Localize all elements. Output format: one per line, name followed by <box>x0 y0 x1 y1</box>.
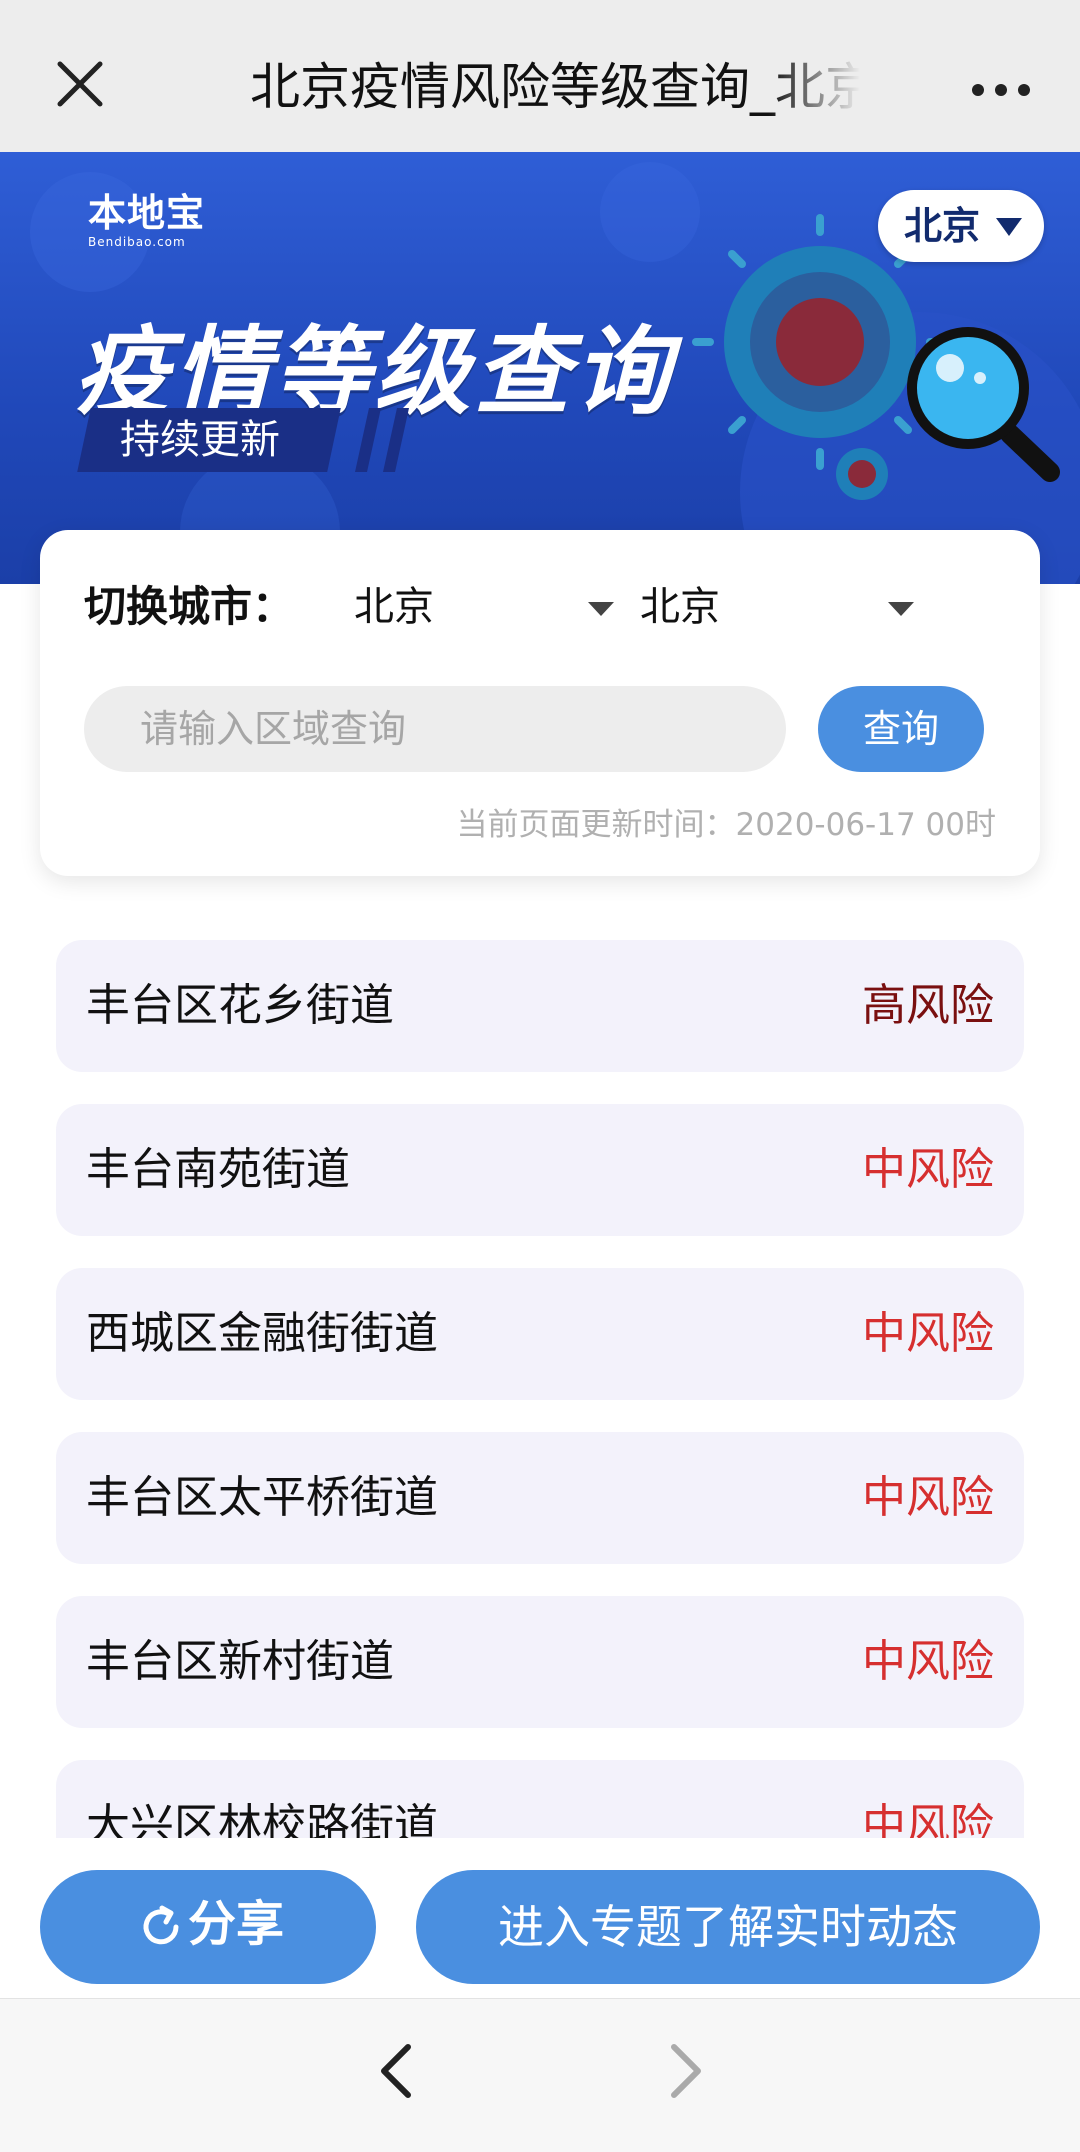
risk-level: 中风险 <box>862 1308 994 1359</box>
bendibao-logo: 本地宝 Bendibao.com <box>88 182 238 252</box>
close-icon[interactable] <box>52 56 108 112</box>
browser-nav-bar <box>0 1998 1080 2152</box>
page-title: 北京疫情风险等级查询_北京 <box>250 58 860 116</box>
risk-list: 丰台区花乡街道 高风险 丰台南苑街道 中风险 西城区金融街街道 中风险 丰台区太… <box>0 920 1080 1838</box>
area-search-input[interactable] <box>84 686 786 772</box>
chevron-left-icon[interactable] <box>372 2041 422 2101</box>
risk-level: 中风险 <box>862 1472 994 1523</box>
caret-down-icon <box>996 218 1022 236</box>
share-label: 分享 <box>188 1896 285 1952</box>
area-name: 丰台区新村街道 <box>86 1636 394 1687</box>
province-value: 北京 <box>354 584 434 630</box>
banner: 本地宝 Bendibao.com 疫情等级查询 持续更新 北京 <box>0 152 1080 584</box>
stripes-decoration <box>355 408 409 472</box>
banner-tag: 持续更新 <box>120 417 280 463</box>
list-item[interactable]: 西城区金融街街道 中风险 <box>56 1268 1024 1400</box>
list-item[interactable]: 丰台区太平桥街道 中风险 <box>56 1432 1024 1564</box>
switch-city-label: 切换城市： <box>84 582 295 631</box>
update-time: 当前页面更新时间：2020-06-17 00时 <box>456 807 996 843</box>
query-button[interactable]: 查询 <box>818 686 984 772</box>
city-switch-button[interactable]: 北京 <box>878 190 1044 262</box>
area-name: 丰台区太平桥街道 <box>86 1472 438 1523</box>
risk-level: 中风险 <box>862 1636 994 1687</box>
risk-level: 高风险 <box>862 980 994 1031</box>
list-item[interactable]: 丰台区花乡街道 高风险 <box>56 940 1024 1072</box>
chevron-right-icon[interactable] <box>660 2041 710 2101</box>
caret-down-icon <box>588 602 614 616</box>
area-name: 西城区金融街街道 <box>86 1308 438 1359</box>
share-icon <box>143 1905 179 1945</box>
enter-topic-button[interactable]: 进入专题了解实时动态 <box>416 1870 1040 1984</box>
caret-down-icon <box>888 602 914 616</box>
city-selector-card: 切换城市： 北京 北京 查询 当前页面更新时间：2020-06-17 00时 <box>40 530 1040 876</box>
list-item[interactable]: 丰台区新村街道 中风险 <box>56 1596 1024 1728</box>
list-item[interactable]: 大兴区林校路街道 中风险 <box>56 1760 1024 1838</box>
risk-level: 中风险 <box>862 1144 994 1195</box>
risk-level: 中风险 <box>862 1800 994 1838</box>
area-name: 丰台区花乡街道 <box>86 980 394 1031</box>
logo-text: 本地宝 <box>88 190 206 235</box>
area-name: 大兴区林校路街道 <box>86 1800 438 1838</box>
city-pill-label: 北京 <box>904 204 981 248</box>
share-button[interactable]: 分享 <box>40 1870 376 1984</box>
more-icon[interactable] <box>968 70 1034 110</box>
top-bar: 北京疫情风险等级查询_北京 <box>0 0 1080 153</box>
area-name: 丰台南苑街道 <box>86 1144 350 1195</box>
province-select[interactable]: 北京 <box>354 572 614 642</box>
city-select[interactable]: 北京 <box>640 572 914 642</box>
list-item[interactable]: 丰台南苑街道 中风险 <box>56 1104 1024 1236</box>
logo-subtext: Bendibao.com <box>88 235 186 249</box>
city-value: 北京 <box>640 584 720 630</box>
